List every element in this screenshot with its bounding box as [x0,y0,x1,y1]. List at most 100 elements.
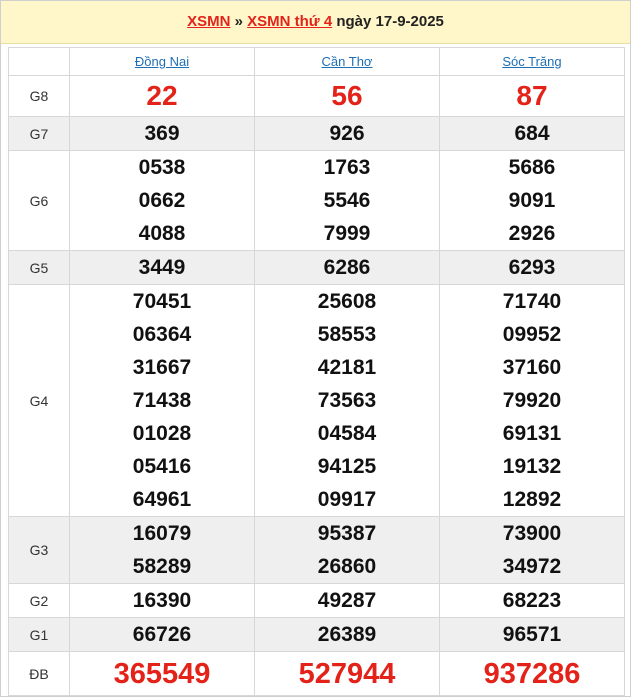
winning-number: 527944 [298,657,396,690]
xsmn-link[interactable]: XSMN [187,13,230,30]
result-cell-db-dong-nai: 365549 [69,651,255,696]
winning-number: 3449 [138,256,186,279]
result-cell-g7-can-tho: 926 [254,116,440,151]
winning-number: 09917 [317,488,377,511]
winning-number: 31667 [132,356,192,379]
winning-number: 09952 [502,323,562,346]
result-cell-g4-can-tho: 25608 58553 42181 73563 04584 94125 09917 [254,284,440,517]
results-table: Đồng Nai Cần Thơ Sóc Trăng G8 22 56 87 G7 36… [8,47,625,696]
result-cell-g8-can-tho: 56 [254,75,440,117]
winning-number: 16079 [132,522,192,545]
results-body: G8 22 56 87 G7 369 926 684 G6 0538 0662 4088 1763 5… [8,75,625,696]
province-header-can-tho: Cần Thơ [254,47,440,76]
winning-number: 96571 [502,623,562,646]
winning-number: 73563 [317,389,377,412]
winning-number: 12892 [502,488,562,511]
prize-column-header [8,47,70,76]
winning-number: 64961 [132,488,192,511]
result-cell-g8-soc-trang: 87 [439,75,625,117]
winning-number: 68223 [502,589,562,612]
prize-row-db: ĐB 365549 527944 937286 [8,651,625,696]
prize-row-g7: G7 369 926 684 [8,116,625,151]
winning-number: 37160 [502,356,562,379]
winning-number: 9091 [508,189,556,212]
winning-number: 6293 [508,256,556,279]
winning-number: 49287 [317,589,377,612]
winning-number: 0662 [138,189,186,212]
result-cell-db-can-tho: 527944 [254,651,440,696]
page-header: XSMN » XSMN thứ 4 ngày 17-9-2025 [1,1,630,44]
province-link-dong-nai[interactable]: Đồng Nai [135,54,189,69]
result-cell-g8-dong-nai: 22 [69,75,255,117]
results-frame: XSMN » XSMN thứ 4 ngày 17-9-2025 Đồng Na… [0,0,631,697]
winning-number: 94125 [317,455,377,478]
result-cell-g1-dong-nai: 66726 [69,617,255,652]
result-cell-g5-soc-trang: 6293 [439,250,625,285]
winning-number: 34972 [502,555,562,578]
winning-number: 66726 [132,623,192,646]
winning-number: 7999 [323,222,371,245]
result-cell-g2-can-tho: 49287 [254,583,440,618]
province-header-soc-trang: Sóc Trăng [439,47,625,76]
winning-number: 26860 [317,555,377,578]
result-cell-g5-can-tho: 6286 [254,250,440,285]
result-cell-g1-soc-trang: 96571 [439,617,625,652]
result-cell-g3-can-tho: 95387 26860 [254,516,440,584]
winning-number: 4088 [138,222,186,245]
winning-number: 365549 [113,657,211,690]
province-link-soc-trang[interactable]: Sóc Trăng [502,54,561,69]
winning-number: 95387 [317,522,377,545]
prize-label-g8: G8 [8,75,70,117]
xsmn-weekday-link[interactable]: XSMN thứ 4 [247,13,332,30]
prize-row-g1: G1 66726 26389 96571 [8,617,625,652]
result-cell-g7-soc-trang: 684 [439,116,625,151]
winning-number: 05416 [132,455,192,478]
result-cell-g1-can-tho: 26389 [254,617,440,652]
prize-label-g6: G6 [8,150,70,251]
prize-label-g5: G5 [8,250,70,285]
breadcrumb-separator: » [230,13,248,30]
result-cell-g5-dong-nai: 3449 [69,250,255,285]
province-link-can-tho[interactable]: Cần Thơ [322,54,373,69]
prize-label-g7: G7 [8,116,70,151]
winning-number: 58289 [132,555,192,578]
province-header-dong-nai: Đồng Nai [69,47,255,76]
winning-number: 69131 [502,422,562,445]
prize-label-g4: G4 [8,284,70,517]
result-cell-g4-dong-nai: 70451 06364 31667 71438 01028 05416 64961 [69,284,255,517]
prize-row-g2: G2 16390 49287 68223 [8,583,625,618]
winning-number: 22 [146,80,178,111]
prize-row-g4: G4 70451 06364 31667 71438 01028 05416 64961 256… [8,284,625,517]
prize-label-db: ĐB [8,651,70,696]
draw-date: ngày 17-9-2025 [332,13,444,30]
winning-number: 04584 [317,422,377,445]
winning-number: 58553 [317,323,377,346]
winning-number: 06364 [132,323,192,346]
prize-row-g8: G8 22 56 87 [8,75,625,117]
winning-number: 0538 [138,156,186,179]
prize-label-g2: G2 [8,583,70,618]
prize-label-g3: G3 [8,516,70,584]
winning-number: 70451 [132,290,192,313]
result-cell-g3-dong-nai: 16079 58289 [69,516,255,584]
result-cell-g2-dong-nai: 16390 [69,583,255,618]
winning-number: 937286 [483,657,581,690]
winning-number: 25608 [317,290,377,313]
result-cell-db-soc-trang: 937286 [439,651,625,696]
result-cell-g4-soc-trang: 71740 09952 37160 79920 69131 19132 12892 [439,284,625,517]
winning-number: 684 [514,122,550,145]
winning-number: 5686 [508,156,556,179]
result-cell-g6-can-tho: 1763 5546 7999 [254,150,440,251]
winning-number: 26389 [317,623,377,646]
result-cell-g6-dong-nai: 0538 0662 4088 [69,150,255,251]
winning-number: 01028 [132,422,192,445]
result-cell-g6-soc-trang: 5686 9091 2926 [439,150,625,251]
winning-number: 56 [331,80,363,111]
winning-number: 6286 [323,256,371,279]
result-cell-g2-soc-trang: 68223 [439,583,625,618]
result-cell-g7-dong-nai: 369 [69,116,255,151]
winning-number: 42181 [317,356,377,379]
winning-number: 16390 [132,589,192,612]
winning-number: 926 [329,122,365,145]
prize-row-g6: G6 0538 0662 4088 1763 5546 7999 5686 9091 2926 [8,150,625,251]
